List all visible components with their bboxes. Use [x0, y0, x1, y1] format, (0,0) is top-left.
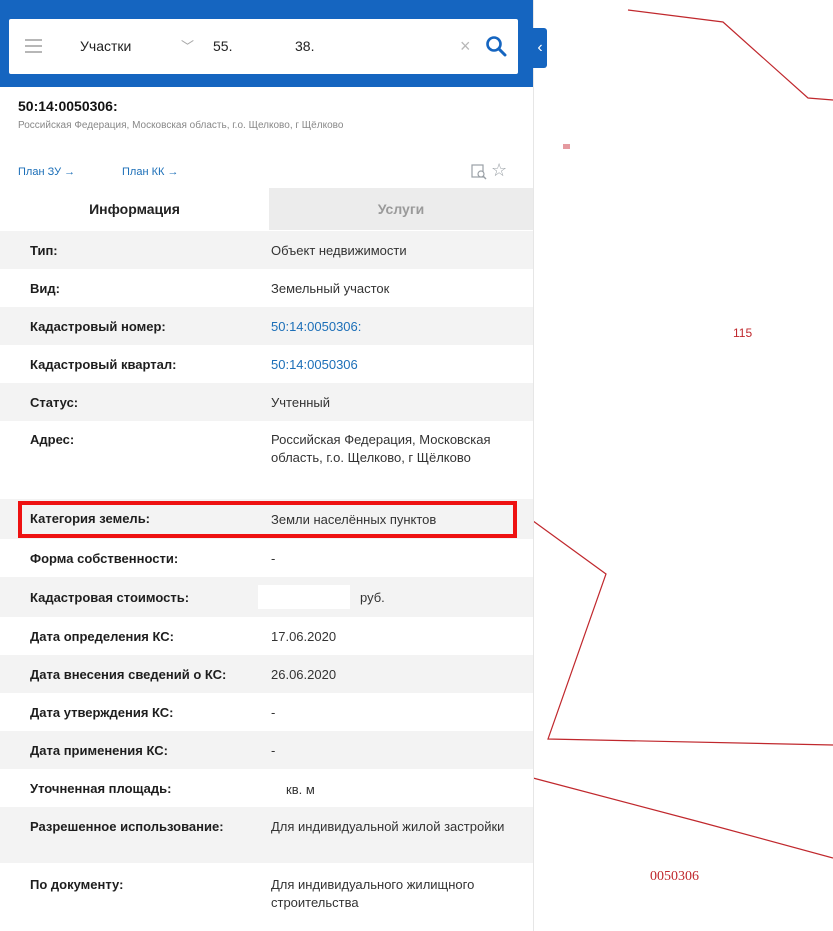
row-label: Дата определения КС: — [30, 629, 174, 644]
tab-information[interactable]: Информация — [0, 188, 269, 230]
search-box[interactable]: Участки ﹀ 55. 38. × — [9, 19, 518, 74]
redacted-value — [258, 585, 350, 609]
row-label: Форма собственности: — [30, 551, 179, 566]
row-status: Статус: Учтенный — [0, 383, 533, 421]
menu-icon[interactable] — [25, 39, 42, 54]
row-cad-cost: Кадастровая стоимость: руб. — [0, 577, 533, 617]
row-cad-quarter: Кадастровый квартал: 50:14:0050306 — [0, 345, 533, 383]
cad-number-link[interactable]: 50:14:0050306: — [271, 318, 521, 336]
tab-services[interactable]: Услуги — [269, 188, 533, 230]
search-type-select[interactable]: Участки — [80, 19, 131, 74]
search-input-second[interactable]: 38. — [295, 19, 314, 74]
collapse-panel-button[interactable]: ‹ — [533, 28, 547, 68]
row-ownership: Форма собственности: - — [0, 539, 533, 577]
search-icon[interactable] — [485, 35, 507, 57]
search-bar: Участки ﹀ 55. 38. × — [0, 0, 533, 87]
row-cost-date-entered: Дата внесения сведений о КС: 26.06.2020 — [0, 655, 533, 693]
row-permitted-use: Разрешенное использование: Для индивидуа… — [0, 807, 533, 863]
row-type: Тип: Объект недвижимости — [0, 231, 533, 269]
row-value: 17.06.2020 — [271, 629, 337, 644]
map-point-marker[interactable] — [563, 144, 570, 149]
row-label: Кадастровая стоимость: — [30, 590, 190, 605]
row-label: Дата утверждения КС: — [30, 705, 174, 720]
row-value: руб. — [360, 590, 385, 605]
row-area: Уточненная площадь: кв. м — [0, 769, 533, 807]
row-label: По документу: — [30, 877, 124, 892]
row-by-document: По документу: Для индивидуального жилищн… — [0, 863, 533, 931]
chevron-down-icon[interactable]: ﹀ — [181, 19, 194, 74]
row-label: Уточненная площадь: — [30, 781, 172, 796]
row-value: Для индивидуальной жилой застройки — [271, 819, 505, 834]
row-cost-date-approved: Дата утверждения КС: - — [0, 693, 533, 731]
parcel-number-label: 115 — [733, 326, 753, 340]
plan-zu-link[interactable]: План ЗУ → — [18, 166, 75, 178]
plan-kk-link[interactable]: План КК → — [122, 166, 178, 178]
row-label: Кадастровый номер: — [30, 319, 166, 334]
row-value: Земельный участок — [271, 281, 390, 296]
row-value: кв. м — [286, 782, 315, 797]
row-label: Вид: — [30, 281, 60, 296]
row-value: Российская Федерация, Московская область… — [271, 432, 491, 465]
info-panel: Участки ﹀ 55. 38. × 50:14:0050306: Росси… — [0, 0, 534, 931]
row-label: Разрешенное использование: — [30, 819, 224, 834]
row-cost-date-applied: Дата применения КС: - — [0, 731, 533, 769]
row-value: - — [271, 551, 276, 566]
row-label: Тип: — [30, 243, 58, 258]
tabs: Информация Услуги — [0, 188, 533, 230]
row-label: Кадастровый квартал: — [30, 357, 177, 372]
row-address: Адрес: Российская Федерация, Московская … — [0, 421, 533, 499]
row-cad-number: Кадастровый номер: 50:14:0050306: — [0, 307, 533, 345]
search-input[interactable]: 55. — [213, 19, 232, 74]
quarter-number-label: 0050306 — [650, 869, 699, 884]
row-label: Адрес: — [30, 432, 75, 447]
row-value: - — [271, 743, 276, 758]
row-value: Объект недвижимости — [271, 243, 407, 258]
clear-icon[interactable]: × — [460, 19, 471, 74]
row-cost-date-defined: Дата определения КС: 17.06.2020 — [0, 617, 533, 655]
object-address: Российская Федерация, Московская область… — [18, 120, 344, 131]
row-value: - — [271, 705, 276, 720]
row-value: Для индивидуального жилищного строительс… — [271, 877, 475, 910]
preview-icon[interactable] — [471, 164, 487, 180]
row-label: Дата применения КС: — [30, 743, 168, 758]
row-value: 26.06.2020 — [271, 667, 337, 682]
row-kind: Вид: Земельный участок — [0, 269, 533, 307]
row-label: Дата внесения сведений о КС: — [30, 667, 227, 682]
star-icon[interactable]: ☆ — [491, 161, 507, 179]
highlight-frame — [18, 501, 517, 538]
row-value: Учтенный — [271, 395, 331, 410]
object-cad-number: 50:14:0050306: — [18, 98, 118, 114]
cad-quarter-link[interactable]: 50:14:0050306 — [271, 356, 521, 374]
row-label: Статус: — [30, 395, 79, 410]
